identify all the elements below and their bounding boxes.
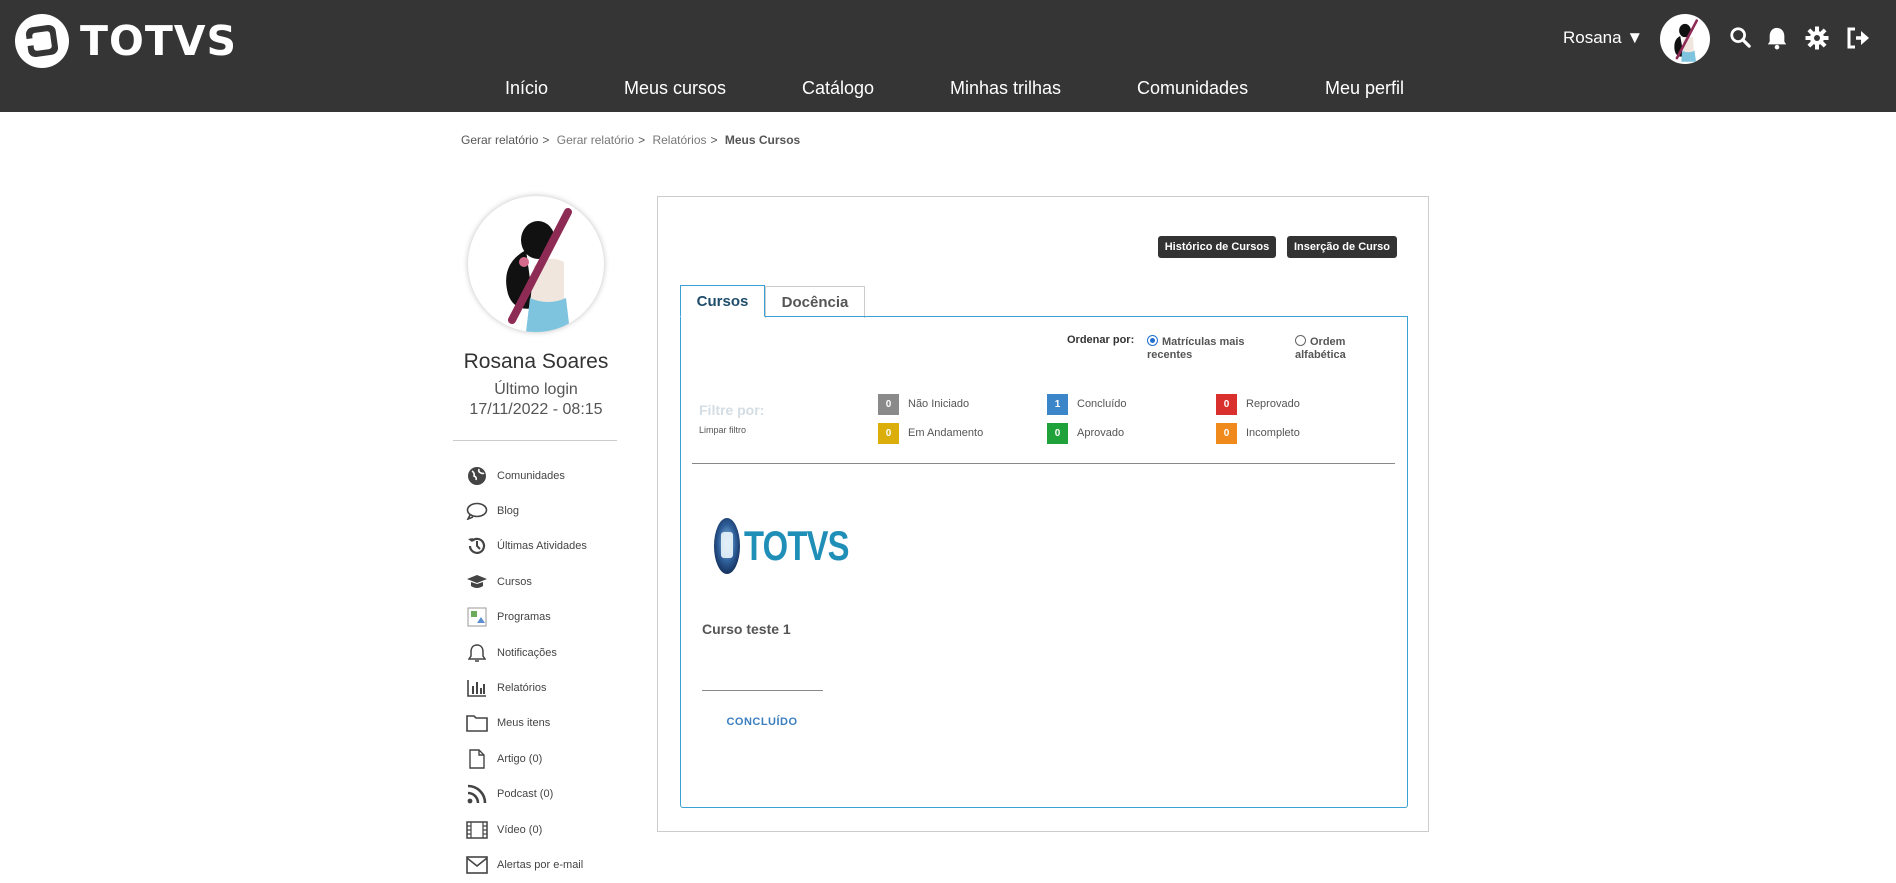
avatar-illustration: [1674, 19, 1699, 62]
sidebar-item-comunidades[interactable]: Comunidades: [466, 458, 587, 493]
bar-chart-icon: [467, 680, 486, 697]
brand-logo[interactable]: TOTVS: [14, 13, 237, 69]
filter-divider: [692, 463, 1395, 464]
filter-label-approved[interactable]: Aprovado: [1077, 427, 1124, 439]
filter-title: Filtre por:: [699, 402, 765, 418]
tab-docencia[interactable]: Docência: [765, 286, 865, 318]
breadcrumb-item[interactable]: Relatórios: [652, 133, 706, 147]
profile-avatar[interactable]: [468, 196, 604, 332]
order-recent-label[interactable]: Matrículas mais recentes: [1147, 336, 1265, 362]
envelope-icon: [466, 856, 488, 874]
sidebar-item-label: Meus itens: [497, 717, 551, 730]
order-alpha-label[interactable]: Ordem alfabética: [1295, 336, 1361, 362]
last-login-value: 17/11/2022 - 08:15: [469, 401, 603, 418]
sidebar-item-video[interactable]: Vídeo (0): [466, 812, 587, 847]
sidebar-item-label: Últimas Atividades: [497, 540, 587, 553]
nav-minhas-trilhas[interactable]: Minhas trilhas: [950, 78, 1061, 99]
nav-meu-perfil[interactable]: Meu perfil: [1325, 78, 1404, 99]
filter-count-not-started[interactable]: 0: [878, 394, 899, 415]
globe-icon: [468, 466, 486, 485]
profile-last-login: Último login 17/11/2022 - 08:15: [440, 380, 632, 420]
user-menu[interactable]: Rosana ▼: [1563, 28, 1643, 48]
tab-cursos[interactable]: Cursos: [680, 285, 765, 317]
last-login-label: Último login: [494, 381, 578, 398]
folder-icon: [466, 715, 488, 733]
sidebar-item-label: Blog: [497, 505, 520, 518]
course-logo-text: TOTVS: [744, 522, 849, 569]
graduation-cap-icon: [467, 574, 487, 588]
sidebar-divider: [453, 440, 617, 441]
filter-count-failed[interactable]: 0: [1216, 394, 1237, 415]
sidebar-item-label: Cursos: [497, 575, 532, 588]
logout-icon[interactable]: [1845, 26, 1871, 50]
insert-course-button[interactable]: Inserção de Curso: [1287, 236, 1397, 258]
filter-count-completed[interactable]: 1: [1047, 394, 1068, 415]
nav-inicio[interactable]: Início: [505, 78, 548, 99]
filter-label-failed[interactable]: Reprovado: [1246, 398, 1300, 410]
sidebar-item-ultimas-atividades[interactable]: Últimas Atividades: [466, 529, 587, 564]
sidebar-item-alertas-email[interactable]: Alertas por e-mail: [466, 847, 587, 882]
sidebar-item-blog[interactable]: Blog: [466, 493, 587, 528]
sidebar-item-cursos[interactable]: Cursos: [466, 564, 587, 599]
order-by-label: Ordenar por:: [1067, 334, 1135, 346]
totvs-course-logo-icon: [714, 518, 740, 574]
brand-name: TOTVS: [80, 17, 238, 65]
filter-label-not-started[interactable]: Não Iniciado: [908, 398, 969, 410]
course-thumbnail[interactable]: TOTVS: [712, 516, 878, 576]
profile-name: Rosana Soares: [463, 350, 609, 373]
broken-image-icon: [467, 607, 487, 627]
clear-filter-link[interactable]: Limpar filtro: [699, 425, 746, 435]
course-status-link[interactable]: CONCLUÍDO: [702, 716, 822, 728]
history-icon: [468, 538, 486, 555]
document-icon: [469, 749, 485, 769]
breadcrumb-item[interactable]: Gerar relatório: [557, 133, 634, 147]
sidebar-item-label: Podcast (0): [497, 788, 554, 801]
breadcrumb-item[interactable]: Gerar relatório: [461, 133, 538, 147]
sidebar-item-label: Relatórios: [497, 682, 547, 695]
filter-count-in-progress[interactable]: 0: [878, 423, 899, 444]
sidebar-item-label: Alertas por e-mail: [497, 858, 584, 871]
filter-count-approved[interactable]: 0: [1047, 423, 1068, 444]
user-avatar[interactable]: [1660, 14, 1710, 64]
sidebar-item-label: Comunidades: [497, 469, 565, 482]
breadcrumb: Gerar relatório > Gerar relatório > Relató…: [461, 133, 801, 147]
breadcrumb-current: Meus Cursos: [724, 133, 801, 147]
bell-icon[interactable]: [1766, 26, 1788, 50]
sidebar-item-label: Notificações: [497, 646, 557, 659]
totvs-logo-icon: [15, 14, 69, 68]
gear-icon[interactable]: [1805, 26, 1829, 50]
nav-catalogo[interactable]: Catálogo: [802, 78, 874, 99]
bell-icon: [468, 643, 486, 662]
sidebar-item-relatorios[interactable]: Relatórios: [466, 670, 587, 705]
sidebar-item-notificacoes[interactable]: Notificações: [466, 635, 587, 670]
rss-icon: [467, 784, 487, 804]
filter-label-incomplete[interactable]: Incompleto: [1246, 427, 1300, 439]
sidebar-item-label: Vídeo (0): [497, 823, 543, 836]
sidebar-item-meus-itens[interactable]: Meus itens: [466, 706, 587, 741]
course-history-button[interactable]: Histórico de Cursos: [1158, 236, 1276, 258]
filter-label-completed[interactable]: Concluído: [1077, 398, 1127, 410]
nav-comunidades[interactable]: Comunidades: [1137, 78, 1248, 99]
filter-label-in-progress[interactable]: Em Andamento: [908, 427, 983, 439]
sidebar-item-podcast[interactable]: Podcast (0): [466, 777, 587, 812]
top-bar: TOTVS Início Meus cursos Catálogo Minhas…: [0, 0, 1896, 112]
course-divider: [702, 690, 823, 691]
sidebar-menu: Comunidades Blog Últimas Atividades Curs…: [466, 458, 587, 883]
filter-count-incomplete[interactable]: 0: [1216, 423, 1237, 444]
search-icon[interactable]: [1729, 26, 1751, 48]
sidebar-item-artigo[interactable]: Artigo (0): [466, 741, 587, 776]
film-icon: [466, 820, 488, 839]
sidebar-item-label: Programas: [497, 611, 551, 624]
sidebar-item-programas[interactable]: Programas: [466, 600, 587, 635]
speech-bubble-icon: [466, 502, 488, 521]
course-title[interactable]: Curso teste 1: [702, 621, 791, 637]
nav-meus-cursos[interactable]: Meus cursos: [624, 78, 726, 99]
profile-illustration: [506, 208, 572, 332]
sidebar-item-label: Artigo (0): [497, 752, 543, 765]
